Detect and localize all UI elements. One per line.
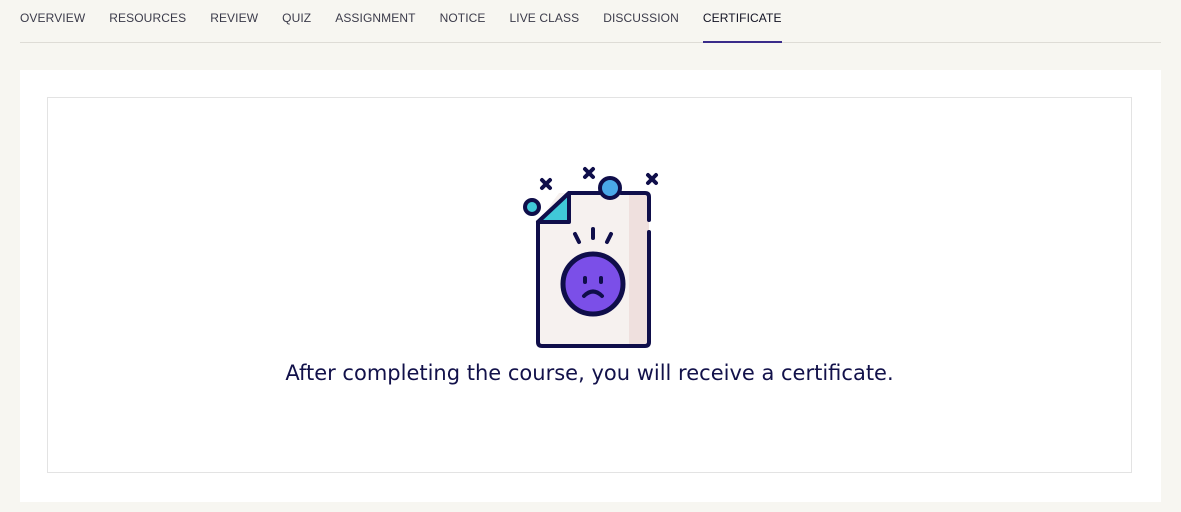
tab-discussion[interactable]: DISCUSSION — [603, 0, 679, 42]
sad-document-icon — [523, 167, 658, 348]
certificate-message: After completing the course, you will re… — [285, 361, 894, 385]
tab-review[interactable]: REVIEW — [210, 0, 258, 42]
tab-quiz[interactable]: QUIZ — [282, 0, 311, 42]
certificate-empty-state: After completing the course, you will re… — [47, 97, 1132, 473]
certificate-page: OVERVIEW RESOURCES REVIEW QUIZ ASSIGNMEN… — [0, 0, 1181, 512]
tab-live-class[interactable]: LIVE CLASS — [510, 0, 580, 42]
certificate-card: After completing the course, you will re… — [20, 70, 1161, 502]
tab-notice[interactable]: NOTICE — [440, 0, 486, 42]
tab-certificate[interactable]: CERTIFICATE — [702, 0, 782, 43]
tab-assignment[interactable]: ASSIGNMENT — [335, 0, 415, 42]
tab-overview[interactable]: OVERVIEW — [20, 0, 85, 42]
course-tabs: OVERVIEW RESOURCES REVIEW QUIZ ASSIGNMEN… — [20, 0, 1161, 43]
tab-resources[interactable]: RESOURCES — [109, 0, 186, 42]
